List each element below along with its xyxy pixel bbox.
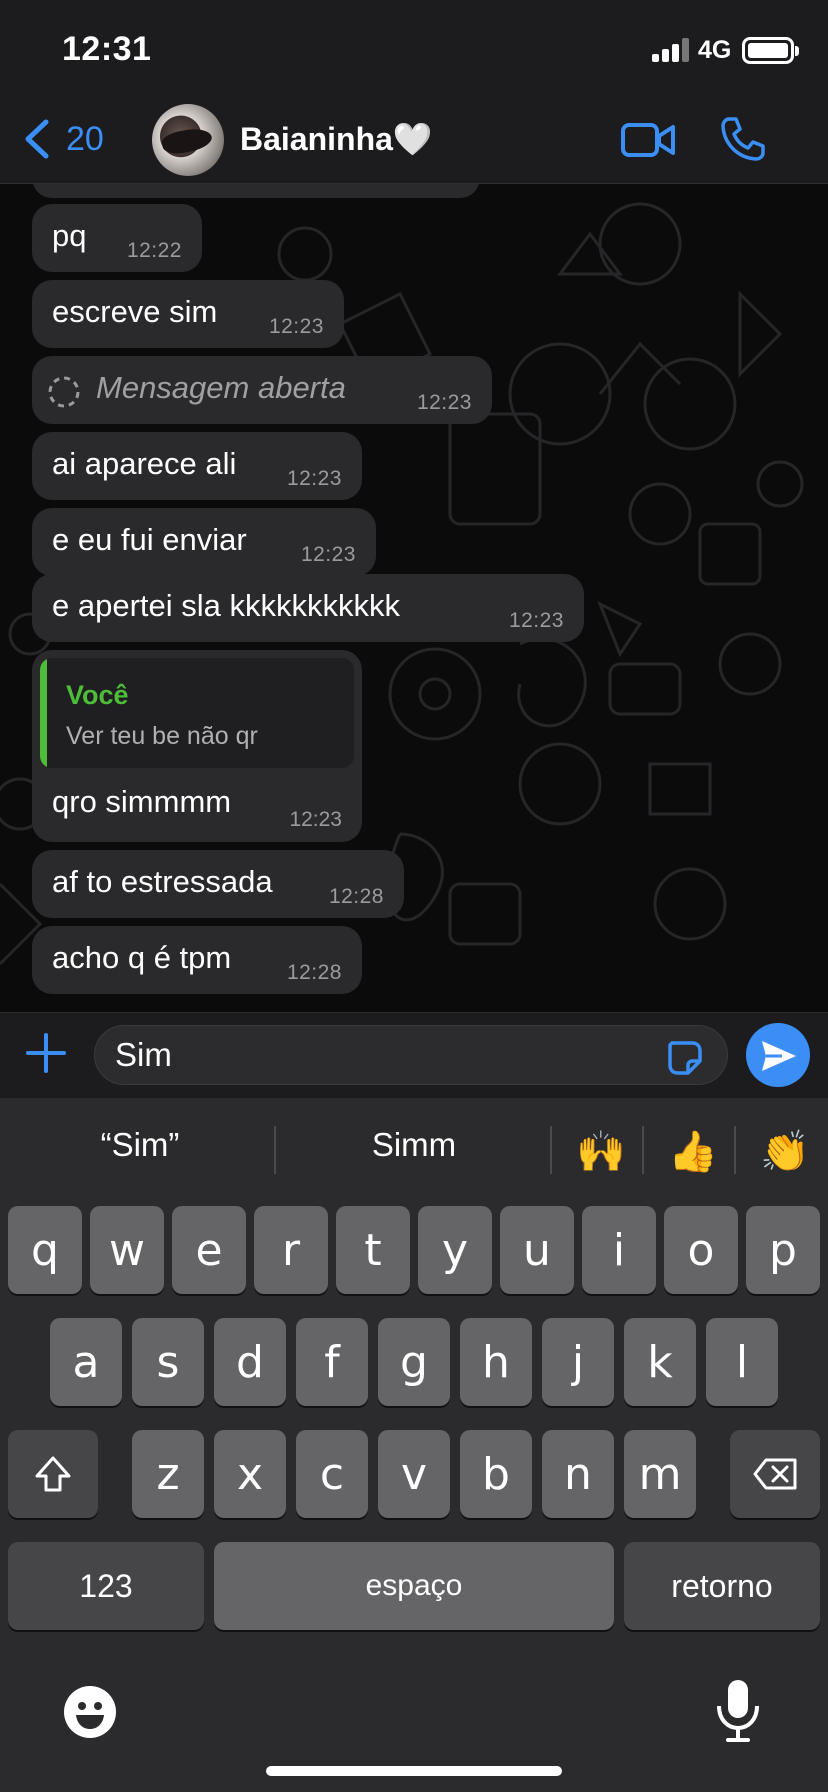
message-time: 12:23 — [268, 315, 324, 338]
suggestion-item[interactable]: “Sim” — [60, 1126, 220, 1164]
message-bubble[interactable]: af to estressada 12:28 — [32, 850, 404, 918]
shift-key[interactable] — [8, 1430, 98, 1518]
divider — [274, 1126, 276, 1174]
view-once-message-bubble[interactable]: Mensagem aberta 12:23 — [32, 356, 492, 424]
key-f[interactable]: f — [296, 1318, 368, 1406]
network-type: 4G — [698, 36, 732, 64]
status-bar: 12:31 4G — [0, 0, 828, 100]
key-i[interactable]: i — [582, 1206, 656, 1294]
key-u[interactable]: u — [500, 1206, 574, 1294]
plus-icon[interactable] — [26, 1033, 66, 1073]
quoted-text: Ver teu be não qr — [66, 722, 258, 750]
microphone-icon[interactable] — [714, 1678, 762, 1744]
message-text: qro simmmm — [52, 784, 232, 819]
message-bubble[interactable]: acho q é tpm 12:28 — [32, 926, 362, 994]
message-input[interactable] — [94, 1025, 728, 1085]
message-text: af to estressada — [52, 864, 273, 899]
video-call-icon[interactable] — [620, 118, 676, 162]
key-m[interactable]: m — [624, 1430, 696, 1518]
key-b[interactable]: b — [460, 1430, 532, 1518]
suggestion-item[interactable]: Simm — [334, 1126, 494, 1164]
message-text: Mensagem aberta — [96, 370, 346, 405]
key-x[interactable]: x — [214, 1430, 286, 1518]
key-q[interactable]: q — [8, 1206, 82, 1294]
key-r[interactable]: r — [254, 1206, 328, 1294]
key-z[interactable]: z — [132, 1430, 204, 1518]
message-time: 12:23 — [508, 609, 564, 632]
cellular-signal-icon — [652, 38, 692, 62]
message-bubble[interactable]: e apertei sla kkkkkkkkkkk 12:23 — [32, 574, 584, 642]
key-p[interactable]: p — [746, 1206, 820, 1294]
status-time: 12:31 — [62, 30, 152, 68]
key-a[interactable]: a — [50, 1318, 122, 1406]
message-time: 12:23 — [286, 467, 342, 490]
predictive-bar: “Sim” Simm 🙌 👍 👏 — [0, 1098, 828, 1194]
space-key[interactable]: espaço — [214, 1542, 614, 1630]
message-text: pq — [52, 218, 87, 253]
chat-header: 20 Baianinha🤍 — [0, 100, 828, 184]
divider — [550, 1126, 552, 1174]
return-key[interactable]: retorno — [624, 1542, 820, 1630]
back-button[interactable]: 20 — [22, 118, 104, 160]
message-bubble[interactable]: e eu fui enviar 12:23 — [32, 508, 376, 576]
message-text: acho q é tpm — [52, 940, 232, 975]
key-w[interactable]: w — [90, 1206, 164, 1294]
key-n[interactable]: n — [542, 1430, 614, 1518]
message-text: ai aparece ali — [52, 446, 237, 481]
backspace-key[interactable] — [730, 1430, 820, 1518]
key-e[interactable]: e — [172, 1206, 246, 1294]
key-h[interactable]: h — [460, 1318, 532, 1406]
key-y[interactable]: y — [418, 1206, 492, 1294]
numbers-key[interactable]: 123 — [8, 1542, 204, 1630]
key-c[interactable]: c — [296, 1430, 368, 1518]
message-time: 12:28 — [286, 961, 342, 984]
chat-area[interactable]: pq 12:22 escreve sim 12:23 Mensagem aber… — [0, 184, 828, 1012]
emoji-suggestion[interactable]: 👏 — [760, 1128, 810, 1175]
message-time: 12:23 — [289, 808, 342, 831]
phone-icon[interactable] — [720, 116, 766, 162]
reply-message-bubble[interactable]: Você Ver teu be não qr qro simmmm 12:23 — [32, 650, 362, 842]
chevron-left-icon — [25, 119, 49, 159]
key-l[interactable]: l — [706, 1318, 778, 1406]
key-j[interactable]: j — [542, 1318, 614, 1406]
message-text: escreve sim — [52, 294, 218, 329]
sticker-icon[interactable] — [666, 1039, 704, 1077]
divider — [642, 1126, 644, 1174]
key-d[interactable]: d — [214, 1318, 286, 1406]
key-k[interactable]: k — [624, 1318, 696, 1406]
unread-count: 20 — [66, 119, 104, 158]
avatar[interactable] — [152, 104, 224, 176]
message-time: 12:23 — [416, 391, 472, 414]
contact-name[interactable]: Baianinha🤍 — [240, 120, 433, 158]
send-button[interactable] — [746, 1023, 810, 1087]
message-time: 12:28 — [328, 885, 384, 908]
home-indicator — [266, 1766, 562, 1776]
quoted-message[interactable]: Você Ver teu be não qr — [40, 658, 354, 768]
send-icon — [762, 1041, 796, 1071]
battery-icon — [742, 37, 799, 64]
key-s[interactable]: s — [132, 1318, 204, 1406]
key-o[interactable]: o — [664, 1206, 738, 1294]
emoji-suggestion[interactable]: 👍 — [668, 1128, 718, 1175]
emoji-suggestion[interactable]: 🙌 — [576, 1128, 626, 1175]
message-bubble[interactable]: escreve sim 12:23 — [32, 280, 344, 348]
message-time: 12:22 — [126, 239, 182, 262]
message-bubble[interactable]: ai aparece ali 12:23 — [32, 432, 362, 500]
key-t[interactable]: t — [336, 1206, 410, 1294]
message-time: 12:23 — [300, 543, 356, 566]
message-text: e apertei sla kkkkkkkkkkk — [52, 588, 400, 623]
message-text: e eu fui enviar — [52, 522, 247, 557]
quoted-author: Você — [66, 680, 129, 710]
key-g[interactable]: g — [378, 1318, 450, 1406]
divider — [734, 1126, 736, 1174]
shift-icon — [35, 1456, 71, 1492]
view-once-opened-icon — [48, 376, 80, 408]
emoji-keyboard-icon[interactable] — [62, 1684, 118, 1740]
message-input-bar — [0, 1012, 828, 1098]
message-bubble[interactable]: pq 12:22 — [32, 204, 202, 272]
previous-message-bubble — [32, 184, 480, 198]
key-v[interactable]: v — [378, 1430, 450, 1518]
keyboard: “Sim” Simm 🙌 👍 👏 q w e r t y u i o p a s… — [0, 1098, 828, 1792]
backspace-icon — [753, 1458, 797, 1490]
